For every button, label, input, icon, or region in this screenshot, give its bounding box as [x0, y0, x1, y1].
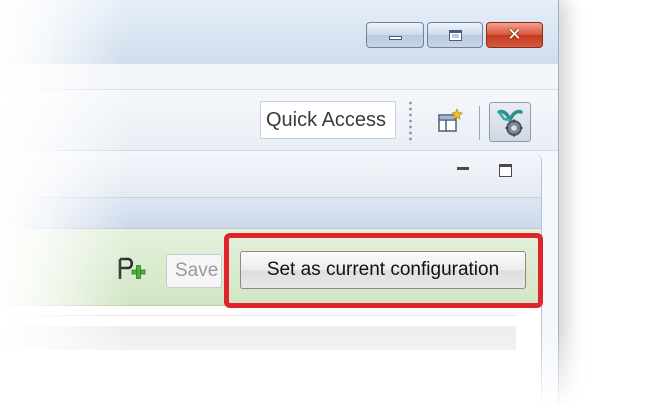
close-button[interactable]: ✕: [486, 22, 543, 48]
view-tab-bar: [0, 153, 541, 198]
open-perspective-button[interactable]: [437, 108, 463, 134]
save-button[interactable]: Save: [166, 254, 222, 288]
view-header-bar: [0, 198, 541, 229]
add-configuration-button[interactable]: [117, 256, 147, 284]
view-minimize-icon[interactable]: [457, 167, 469, 170]
content-row: [0, 326, 516, 350]
configuration-perspective-button[interactable]: [489, 102, 531, 142]
toolbar-separator: [479, 106, 480, 140]
toolbar-grip[interactable]: [409, 100, 412, 144]
close-icon: ✕: [507, 25, 522, 45]
content-divider: [0, 315, 516, 316]
set-as-current-configuration-label: Set as current configuration: [266, 259, 500, 280]
menu-bar: [0, 64, 558, 90]
configuration-perspective-icon: [497, 109, 523, 137]
add-configuration-icon: [118, 257, 146, 279]
save-button-label: Save: [175, 260, 219, 281]
quick-access-label: Quick Access: [266, 109, 387, 131]
maximize-button[interactable]: [427, 22, 483, 48]
application-window: ✕ Quick Access Save Set as current confi…: [0, 0, 559, 404]
title-bar: ✕: [0, 0, 558, 65]
set-as-current-configuration-button[interactable]: Set as current configuration: [240, 251, 526, 289]
open-perspective-icon: [438, 108, 463, 132]
maximize-icon: [449, 30, 462, 41]
screenshot-stage: ✕ Quick Access Save Set as current confi…: [0, 0, 647, 404]
minimize-icon: [389, 36, 402, 40]
view-maximize-icon[interactable]: [499, 164, 512, 177]
quick-access-field[interactable]: Quick Access: [260, 101, 396, 139]
configuration-view: Save Set as current configuration: [0, 153, 542, 404]
minimize-button[interactable]: [366, 22, 424, 48]
